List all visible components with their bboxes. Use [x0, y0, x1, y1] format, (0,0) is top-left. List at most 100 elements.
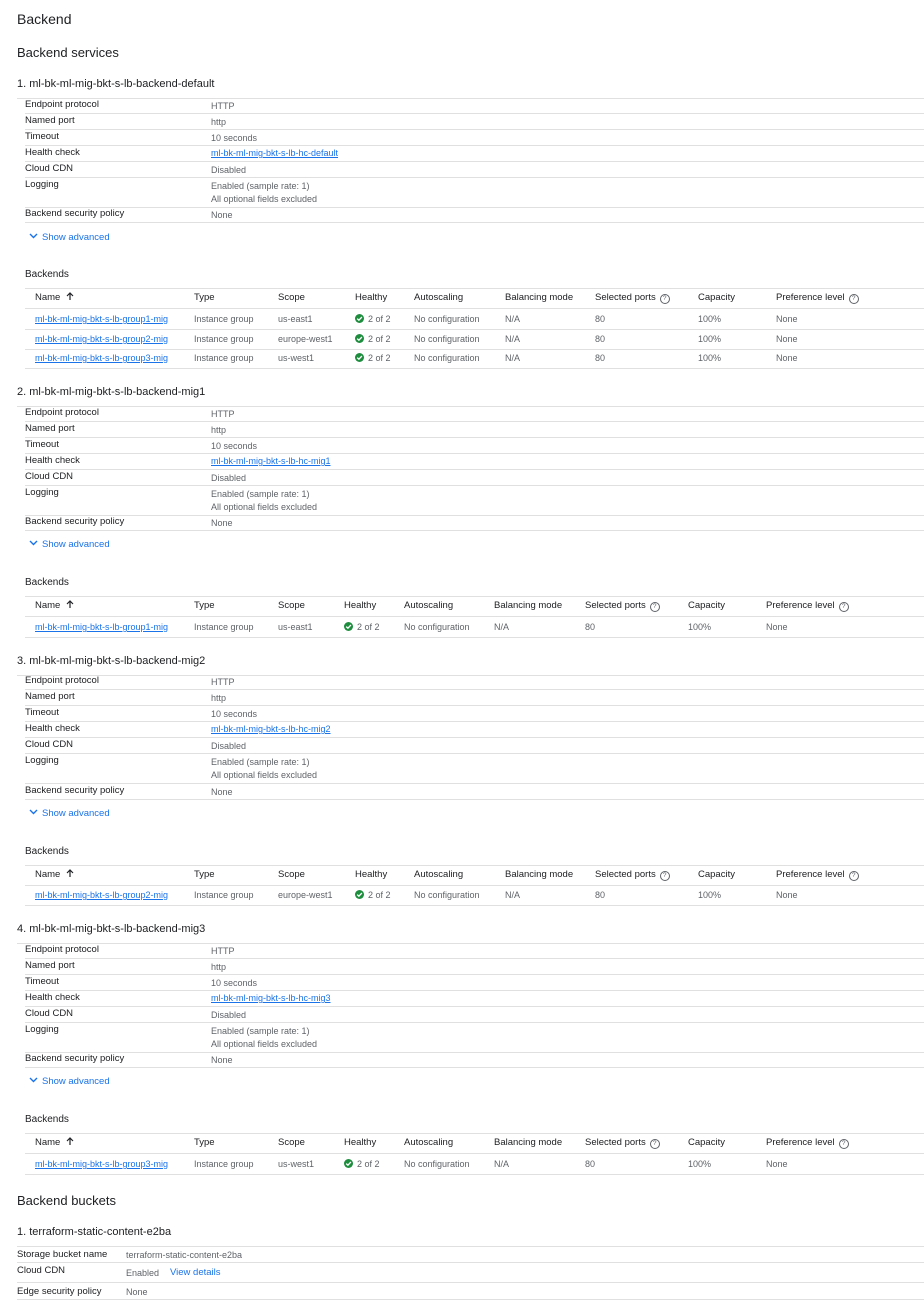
field-divider — [25, 783, 924, 784]
health-check-link[interactable]: ml-bk-ml-mig-bkt-s-lb-hc-mig3 — [211, 993, 331, 1003]
backend-preference-level: None — [766, 1159, 788, 1169]
backend-type: Instance group — [194, 622, 254, 632]
help-icon[interactable]: ? — [849, 294, 859, 304]
column-header-label: Autoscaling — [414, 869, 463, 880]
field-label-cloud-cdn: Cloud CDN — [25, 471, 73, 482]
health-check-link[interactable]: ml-bk-ml-mig-bkt-s-lb-hc-default — [211, 148, 338, 158]
logging-value: Enabled (sample rate: 1) — [211, 1026, 310, 1036]
backend-name-link[interactable]: ml-bk-ml-mig-bkt-s-lb-group1-mig — [35, 314, 168, 324]
show-advanced-button[interactable]: Show advanced — [29, 539, 110, 550]
help-icon[interactable]: ? — [839, 1139, 849, 1149]
field-label-security-policy: Backend security policy — [25, 208, 124, 219]
service-title-divider — [17, 406, 924, 407]
storage-bucket-value: terraform-static-content-e2ba — [126, 1250, 242, 1260]
field-value-named-port: http — [211, 962, 226, 972]
table-top-border — [25, 288, 924, 289]
column-header-name[interactable]: Name — [35, 600, 74, 611]
column-header-name[interactable]: Name — [35, 1137, 74, 1148]
show-advanced-button[interactable]: Show advanced — [29, 232, 110, 243]
column-header-capacity: Capacity — [688, 600, 725, 611]
help-icon[interactable]: ? — [660, 294, 670, 304]
healthy-status: 2 of 2 — [344, 1159, 380, 1169]
healthy-status: 2 of 2 — [355, 353, 391, 363]
sort-ascending-icon — [66, 1137, 74, 1146]
backend-balancing-mode: N/A — [494, 1159, 509, 1169]
service-title: 1. ml-bk-ml-mig-bkt-s-lb-backend-default — [17, 78, 214, 90]
field-value-cloud-cdn: Disabled — [211, 473, 246, 483]
column-header-autoscaling: Autoscaling — [404, 600, 453, 611]
column-header-label: Capacity — [698, 869, 735, 880]
column-header-capacity: Capacity — [688, 1137, 725, 1148]
field-divider — [25, 705, 924, 706]
backend-name-link[interactable]: ml-bk-ml-mig-bkt-s-lb-group3-mig — [35, 1159, 168, 1169]
column-header-capacity: Capacity — [698, 869, 735, 880]
field-label-logging: Logging — [25, 487, 59, 498]
health-check-link[interactable]: ml-bk-ml-mig-bkt-s-lb-hc-mig1 — [211, 456, 331, 466]
backend-selected-ports: 80 — [585, 622, 595, 632]
backend-name-link[interactable]: ml-bk-ml-mig-bkt-s-lb-group3-mig — [35, 353, 168, 363]
backend-name-link[interactable]: ml-bk-ml-mig-bkt-s-lb-group1-mig — [35, 622, 168, 632]
column-header-label: Selected ports — [585, 1137, 646, 1148]
field-label-cloud-cdn: Cloud CDN — [25, 739, 73, 750]
backend-balancing-mode: N/A — [505, 890, 520, 900]
backend-name-link[interactable]: ml-bk-ml-mig-bkt-s-lb-group2-mig — [35, 334, 168, 344]
edge-security-label: Edge security policy — [17, 1286, 101, 1297]
field-label-timeout: Timeout — [25, 131, 59, 142]
service-title-divider — [17, 675, 924, 676]
column-header-balancing-mode: Balancing mode — [505, 869, 573, 880]
field-divider — [25, 515, 924, 516]
view-details-link[interactable]: View details — [170, 1267, 221, 1278]
backend-balancing-mode: N/A — [505, 334, 520, 344]
column-header-label: Healthy — [344, 1137, 376, 1148]
backend-name-link[interactable]: ml-bk-ml-mig-bkt-s-lb-group2-mig — [35, 890, 168, 900]
backend-capacity: 100% — [698, 314, 721, 324]
column-header-name[interactable]: Name — [35, 292, 74, 303]
backend-capacity: 100% — [698, 353, 721, 363]
help-icon[interactable]: ? — [839, 602, 849, 612]
column-header-label: Scope — [278, 600, 305, 611]
healthy-count: 2 of 2 — [368, 334, 391, 344]
healthy-status: 2 of 2 — [355, 334, 391, 344]
logging-value: Enabled (sample rate: 1) — [211, 489, 310, 499]
field-label-endpoint-protocol: Endpoint protocol — [25, 944, 99, 955]
backend-autoscaling: No configuration — [414, 890, 480, 900]
column-header-preference-level: Preference level? — [776, 869, 859, 881]
column-header-selected-ports: Selected ports? — [585, 600, 660, 612]
backend-preference-level: None — [776, 353, 798, 363]
column-header-label: Preference level — [776, 869, 845, 880]
column-header-healthy: Healthy — [344, 600, 376, 611]
backend-scope: us-west1 — [278, 1159, 314, 1169]
column-header-label: Balancing mode — [494, 1137, 562, 1148]
field-value-timeout: 10 seconds — [211, 133, 257, 143]
show-advanced-button[interactable]: Show advanced — [29, 1076, 110, 1087]
health-check-link[interactable]: ml-bk-ml-mig-bkt-s-lb-hc-mig2 — [211, 724, 331, 734]
backend-preference-level: None — [776, 334, 798, 344]
backend-scope: us-west1 — [278, 353, 314, 363]
field-label-logging: Logging — [25, 1024, 59, 1035]
backends-title: Backends — [25, 1114, 69, 1125]
table-row-border — [25, 349, 924, 350]
column-header-label: Selected ports — [595, 292, 656, 303]
field-value-endpoint-protocol: HTTP — [211, 101, 235, 111]
help-icon[interactable]: ? — [660, 871, 670, 881]
field-divider — [25, 421, 924, 422]
help-icon[interactable]: ? — [849, 871, 859, 881]
backend-selected-ports: 80 — [585, 1159, 595, 1169]
healthy-count: 2 of 2 — [368, 890, 391, 900]
help-icon[interactable]: ? — [650, 1139, 660, 1149]
table-header-border — [25, 616, 924, 617]
column-header-healthy: Healthy — [344, 1137, 376, 1148]
backend-scope: europe-west1 — [278, 890, 333, 900]
edge-security-value: None — [126, 1287, 148, 1297]
column-header-label: Capacity — [688, 600, 725, 611]
column-header-name[interactable]: Name — [35, 869, 74, 880]
column-header-balancing-mode: Balancing mode — [494, 600, 562, 611]
column-header-balancing-mode: Balancing mode — [505, 292, 573, 303]
field-divider — [25, 974, 924, 975]
field-divider — [25, 161, 924, 162]
check-circle-icon — [355, 890, 364, 899]
storage-bucket-label: Storage bucket name — [17, 1249, 107, 1260]
help-icon[interactable]: ? — [650, 602, 660, 612]
show-advanced-label: Show advanced — [42, 539, 110, 550]
show-advanced-button[interactable]: Show advanced — [29, 808, 110, 819]
